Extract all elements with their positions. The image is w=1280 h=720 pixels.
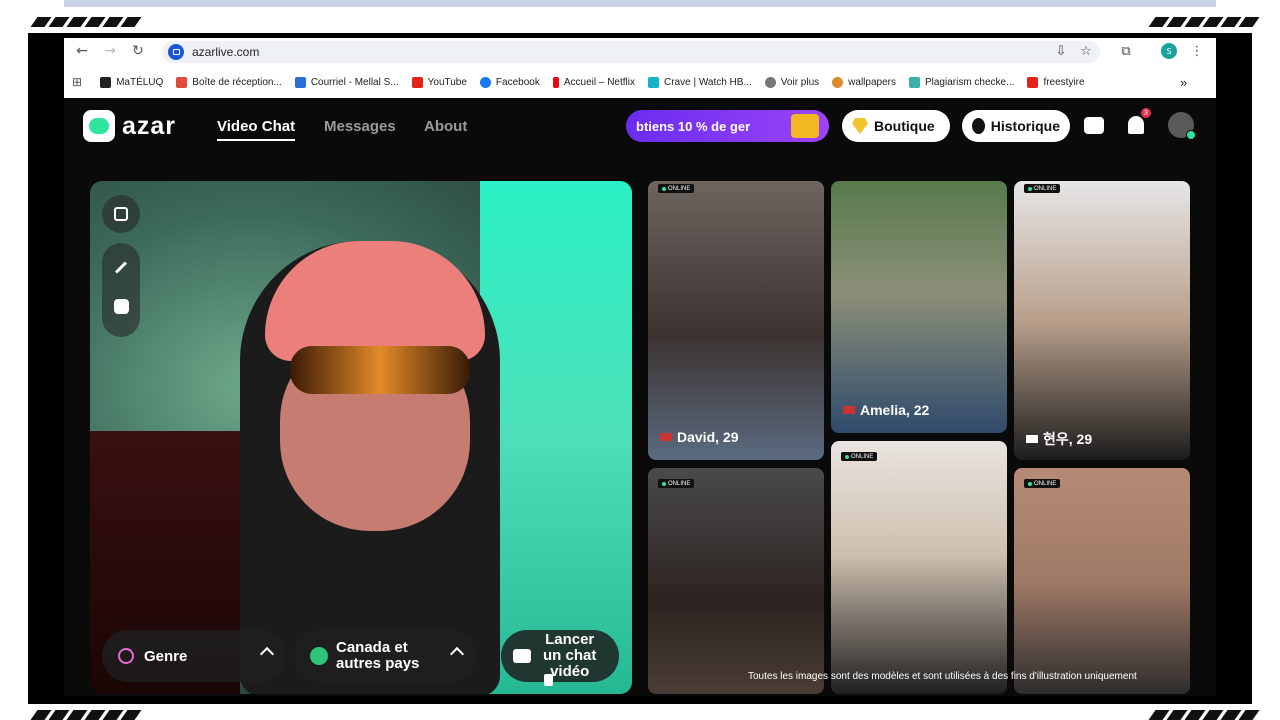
back-icon[interactable]: ← bbox=[68, 40, 96, 62]
more-bookmarks-icon[interactable]: » bbox=[1180, 75, 1187, 90]
bookmarks-bar: ⊞ MaTÉLUQ Boîte de réception... Courriel… bbox=[64, 71, 1216, 93]
azar-app: azar Video Chat Messages About btiens 10… bbox=[64, 98, 1216, 696]
install-icon[interactable]: ⇩ bbox=[1052, 42, 1070, 60]
bookmark-item[interactable]: Plagiarism checke... bbox=[908, 76, 1014, 88]
historique-button[interactable]: Historique bbox=[962, 110, 1070, 142]
user-avatar[interactable] bbox=[1168, 112, 1196, 140]
apps-grid-icon[interactable]: ⊞ bbox=[72, 75, 82, 89]
online-badge: ONLINE bbox=[658, 184, 695, 193]
profile-name: David, 29 bbox=[660, 429, 738, 445]
gender-selector[interactable]: Genre bbox=[102, 630, 286, 682]
online-status-dot bbox=[1186, 130, 1196, 140]
bookmark-star-icon[interactable]: ☆ bbox=[1077, 42, 1095, 60]
bookmark-item[interactable]: Crave | Watch HB... bbox=[647, 76, 752, 88]
video-preview: Genre Canada et autres pays Lancer un chat… bbox=[90, 181, 632, 694]
nav-video-chat[interactable]: Video Chat bbox=[217, 118, 296, 141]
address-bar[interactable]: azarlive.com bbox=[162, 41, 1100, 63]
bookmark-item[interactable]: Courriel - Mellal S... bbox=[294, 76, 399, 88]
us-flag-icon bbox=[843, 406, 855, 414]
video-sunglasses bbox=[290, 346, 470, 394]
kr-flag-icon bbox=[1026, 435, 1038, 443]
us-flag-icon bbox=[660, 433, 672, 441]
profile-card[interactable]: ONLINE bbox=[648, 468, 824, 694]
bookmark-item[interactable]: Boîte de réception... bbox=[176, 76, 282, 88]
inbox-icon[interactable] bbox=[1081, 112, 1107, 138]
gift-icon bbox=[791, 114, 819, 138]
shrink-icon[interactable] bbox=[102, 195, 140, 233]
video-tools bbox=[102, 195, 140, 337]
disclaimer-text: Toutes les images sont des modèles et so… bbox=[748, 671, 1137, 682]
stripe-decoration bbox=[1148, 710, 1260, 720]
camera-icon bbox=[513, 649, 531, 663]
nav-about[interactable]: About bbox=[424, 118, 467, 135]
address-row: ← → ↻ azarlive.com ⇩ ☆ ⧉ S ⋮ bbox=[64, 38, 1216, 64]
profile-card[interactable]: ONLINE 현우, 29 bbox=[1014, 181, 1190, 460]
url-text: azarlive.com bbox=[192, 45, 260, 59]
stripe-decoration bbox=[30, 17, 142, 27]
profile-grid: ONLINE David, 29 Amelia, 22 ONLINE 현우, 2… bbox=[648, 181, 1190, 694]
reload-icon[interactable]: ↻ bbox=[124, 40, 152, 62]
profile-card[interactable]: Amelia, 22 bbox=[831, 181, 1007, 433]
azar-logo[interactable]: azar bbox=[83, 110, 176, 142]
profile-card[interactable]: ONLINE bbox=[1014, 468, 1190, 694]
video-background bbox=[480, 181, 632, 694]
stripe-decoration bbox=[1148, 17, 1260, 27]
country-selector[interactable]: Canada et autres pays bbox=[294, 630, 476, 682]
boutique-button[interactable]: Boutique bbox=[842, 110, 950, 142]
profile-card[interactable]: ONLINE David, 29 bbox=[648, 181, 824, 460]
forward-icon[interactable]: → bbox=[96, 40, 124, 62]
nav-messages[interactable]: Messages bbox=[324, 118, 396, 135]
clock-icon bbox=[972, 118, 985, 134]
start-video-chat-button[interactable]: Lancer un chat vidéo bbox=[501, 630, 619, 682]
logo-icon bbox=[83, 110, 115, 142]
site-info-icon[interactable] bbox=[168, 44, 184, 60]
stripe-decoration bbox=[30, 710, 142, 720]
screen-frame: ← → ↻ azarlive.com ⇩ ☆ ⧉ S ⋮ ⊞ MaTÉLUQ B… bbox=[0, 0, 1280, 720]
menu-kebab-icon[interactable]: ⋮ bbox=[1190, 42, 1204, 60]
bookmark-item[interactable]: freestyire bbox=[1027, 76, 1085, 88]
diamond-icon bbox=[852, 118, 868, 134]
browser-chrome: ← → ↻ azarlive.com ⇩ ☆ ⧉ S ⋮ ⊞ MaTÉLUQ B… bbox=[64, 38, 1216, 98]
profile-avatar[interactable]: S bbox=[1161, 43, 1177, 59]
globe-icon bbox=[310, 647, 328, 665]
top-strip bbox=[64, 0, 1216, 7]
online-badge: ONLINE bbox=[1024, 184, 1061, 193]
sticker-icon[interactable] bbox=[113, 299, 129, 314]
online-badge: ONLINE bbox=[658, 479, 695, 488]
notification-badge: 3 bbox=[1141, 108, 1151, 118]
chevron-up-icon bbox=[259, 646, 275, 662]
chevron-up-icon bbox=[449, 646, 465, 662]
bookmark-item[interactable]: MaTÉLUQ bbox=[100, 76, 163, 88]
bookmark-item[interactable]: Facebook bbox=[479, 76, 540, 88]
bookmark-item[interactable]: Accueil – Netflix bbox=[552, 76, 635, 88]
mouse-cursor bbox=[544, 674, 553, 686]
bell-icon[interactable]: 3 bbox=[1123, 108, 1151, 138]
magic-wand-icon[interactable] bbox=[114, 261, 128, 274]
start-label: Lancer un chat vidéo bbox=[543, 631, 597, 680]
bookmark-item[interactable]: wallpapers bbox=[832, 76, 896, 88]
bookmark-item[interactable]: YouTube bbox=[411, 76, 467, 88]
effects-toolbar bbox=[102, 243, 140, 337]
online-badge: ONLINE bbox=[1024, 479, 1061, 488]
promo-banner[interactable]: btiens 10 % de ger bbox=[626, 110, 829, 142]
profile-card[interactable]: ONLINE bbox=[831, 441, 1007, 694]
online-badge: ONLINE bbox=[841, 452, 878, 461]
extensions-icon[interactable]: ⧉ bbox=[1117, 42, 1135, 60]
profile-name: 현우, 29 bbox=[1026, 429, 1092, 449]
profile-name: Amelia, 22 bbox=[843, 402, 929, 418]
country-label: Canada et autres pays bbox=[336, 639, 420, 672]
bookmark-item[interactable]: Voir plus bbox=[764, 76, 819, 88]
gender-icon bbox=[118, 648, 134, 664]
